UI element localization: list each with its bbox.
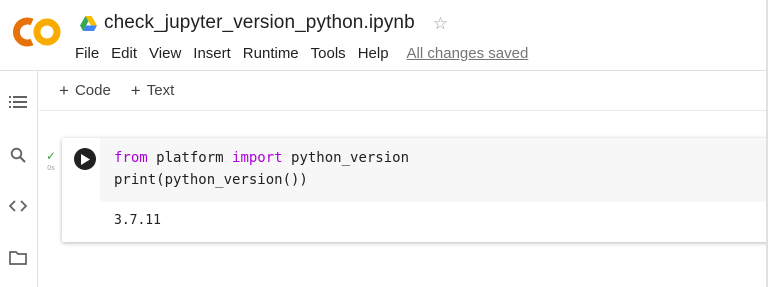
table-of-contents-icon[interactable]: [7, 91, 29, 113]
add-text-label: Text: [146, 82, 175, 99]
menu-file[interactable]: File: [75, 45, 99, 62]
colab-logo[interactable]: [10, 14, 62, 50]
code-text: platform: [147, 150, 233, 166]
menu-edit[interactable]: Edit: [111, 45, 137, 62]
code-editor[interactable]: [100, 138, 768, 202]
add-text-cell-button[interactable]: + Text: [131, 81, 174, 101]
header: check_jupyter_version_python.ipynb ☆ Fil…: [0, 0, 768, 70]
plus-icon: +: [59, 80, 69, 100]
left-sidebar: [0, 71, 38, 287]
menu-bar: File Edit View Insert Runtime Tools Help…: [75, 42, 528, 64]
keyword: import: [232, 150, 283, 166]
notebook-title[interactable]: check_jupyter_version_python.ipynb: [104, 12, 415, 34]
code-line-2: print(python_version()): [114, 172, 308, 188]
google-drive-icon: [80, 15, 97, 31]
star-icon[interactable]: ☆: [433, 15, 448, 32]
notebook-toolbar: + Code + Text: [39, 71, 768, 111]
add-code-cell-button[interactable]: + Code: [59, 81, 111, 101]
cell-execution-status: ✓ 0s: [43, 150, 59, 173]
code-snippets-icon[interactable]: [7, 195, 29, 217]
menu-insert[interactable]: Insert: [193, 45, 231, 62]
check-icon: ✓: [45, 149, 57, 163]
menu-runtime[interactable]: Runtime: [243, 45, 299, 62]
add-code-label: Code: [74, 82, 111, 99]
save-status-link[interactable]: All changes saved: [407, 45, 529, 62]
menu-tools[interactable]: Tools: [311, 45, 346, 62]
code-text: python_version: [282, 150, 410, 166]
plus-icon: +: [130, 80, 141, 100]
search-icon[interactable]: [7, 144, 29, 166]
title-row: check_jupyter_version_python.ipynb ☆: [80, 10, 448, 36]
menu-help[interactable]: Help: [358, 45, 389, 62]
code-cell[interactable]: from platform import python_version prin…: [62, 138, 768, 242]
menu-view[interactable]: View: [149, 45, 181, 62]
execution-time: 0s: [47, 165, 55, 172]
play-icon: [81, 153, 90, 165]
cell-output: 3.7.11: [114, 213, 161, 228]
run-cell-button[interactable]: [74, 148, 96, 170]
keyword: from: [114, 150, 148, 166]
code-line-1: from platform import python_version: [114, 150, 409, 166]
files-folder-icon[interactable]: [7, 246, 29, 268]
